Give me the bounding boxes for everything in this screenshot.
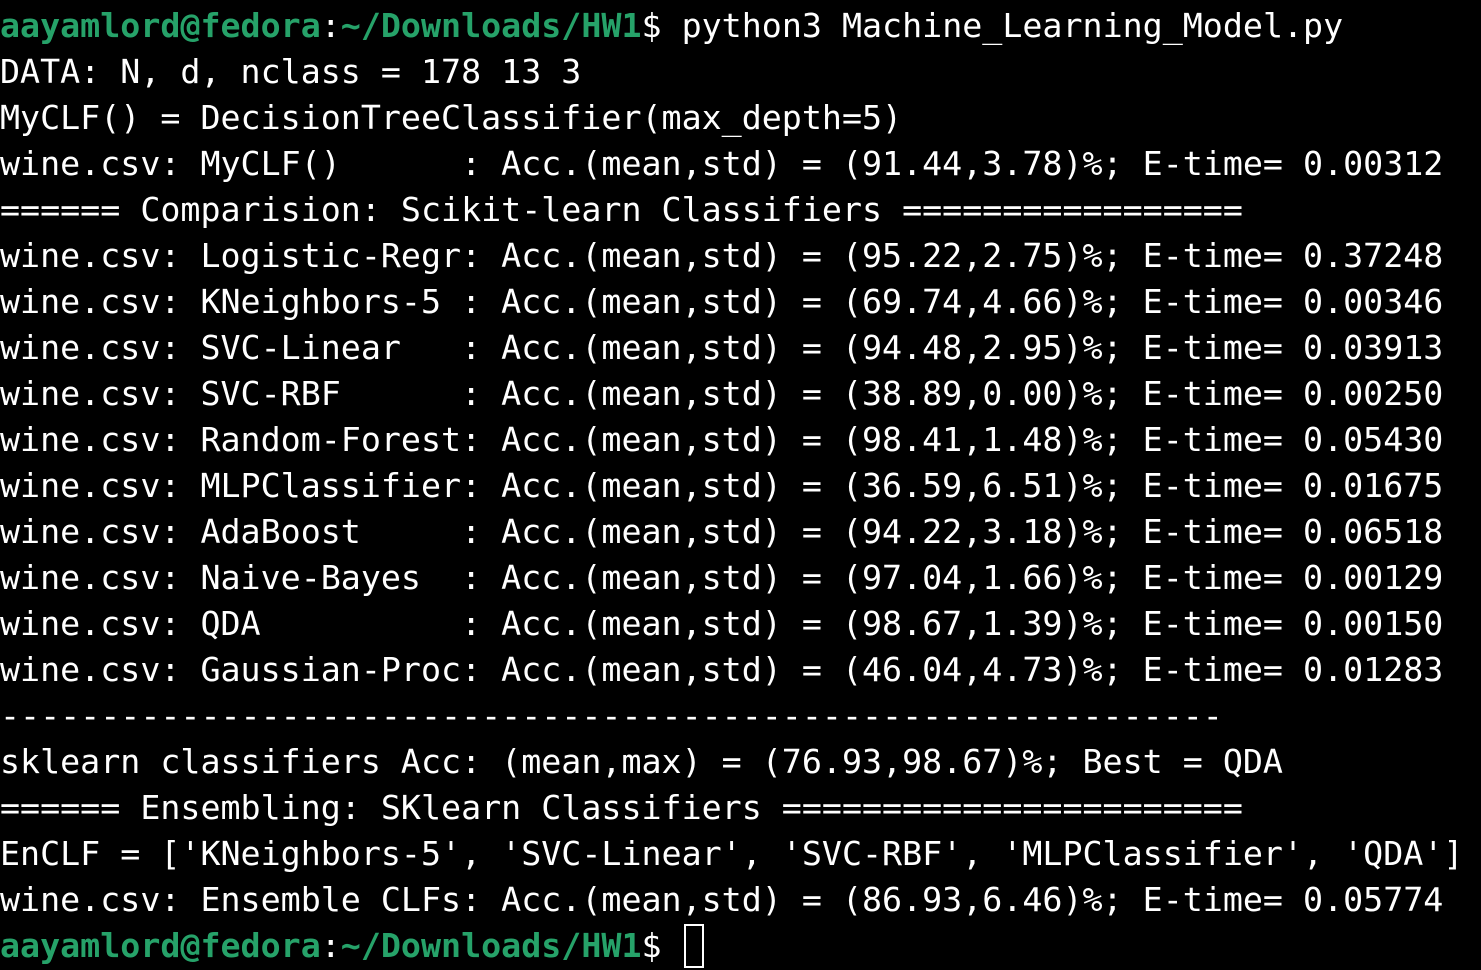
input-prompt-line[interactable]: aayamlord@fedora:~/Downloads/HW1$ [0, 923, 1481, 969]
output-line: MyCLF() = DecisionTreeClassifier(max_dep… [0, 98, 903, 137]
output-line: wine.csv: AdaBoost : Acc.(mean,std) = (9… [0, 512, 1444, 551]
output-line: wine.csv: KNeighbors-5 : Acc.(mean,std) … [0, 282, 1444, 321]
output-line: wine.csv: Gaussian-Proc: Acc.(mean,std) … [0, 650, 1444, 689]
prompt-separator: : [320, 926, 341, 965]
prompt-path: ~/Downloads/HW1 [340, 926, 642, 965]
output-line: wine.csv: Ensemble CLFs: Acc.(mean,std) … [0, 880, 1444, 919]
output-line: sklearn classifiers Acc: (mean,max) = (7… [0, 742, 1283, 781]
prompt-symbol: $ [641, 6, 682, 45]
prompt-user-host: aayamlord@fedora [0, 6, 321, 45]
output-line: wine.csv: MyCLF() : Acc.(mean,std) = (91… [0, 144, 1444, 183]
output-line: wine.csv: SVC-RBF : Acc.(mean,std) = (38… [0, 374, 1444, 413]
terminal-cursor[interactable] [683, 923, 704, 968]
output-line: wine.csv: Random-Forest: Acc.(mean,std) … [0, 420, 1444, 459]
terminal-window[interactable]: aayamlord@fedora:~/Downloads/HW1$ python… [0, 0, 1481, 970]
prompt-path: ~/Downloads/HW1 [340, 6, 642, 45]
prompt-separator: : [320, 6, 341, 45]
command-text: python3 Machine_Learning_Model.py [681, 6, 1344, 45]
output-line: wine.csv: MLPClassifier: Acc.(mean,std) … [0, 466, 1444, 505]
output-line: wine.csv: Naive-Bayes : Acc.(mean,std) =… [0, 558, 1444, 597]
output-line: EnCLF = ['KNeighbors-5', 'SVC-Linear', '… [0, 834, 1464, 873]
output-line: ----------------------------------------… [0, 696, 1223, 735]
output-line: wine.csv: QDA : Acc.(mean,std) = (98.67,… [0, 604, 1444, 643]
command-prompt-line: aayamlord@fedora:~/Downloads/HW1$ python… [0, 3, 1481, 49]
prompt-user-host: aayamlord@fedora [0, 926, 321, 965]
output-line: DATA: N, d, nclass = 178 13 3 [0, 52, 582, 91]
output-line: wine.csv: Logistic-Regr: Acc.(mean,std) … [0, 236, 1444, 275]
output-line: ====== Comparision: Scikit-learn Classif… [0, 190, 1243, 229]
prompt-symbol: $ [641, 926, 682, 965]
output-line: ====== Ensembling: SKlearn Classifiers =… [0, 788, 1243, 827]
output-line: wine.csv: SVC-Linear : Acc.(mean,std) = … [0, 328, 1444, 367]
